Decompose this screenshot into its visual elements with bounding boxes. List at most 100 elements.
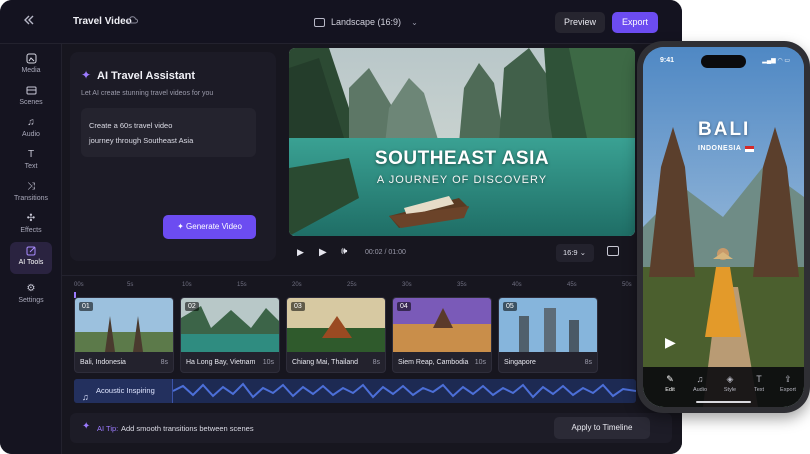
top-bar: Travel Video Landscape (16:9) ⌄ Preview …	[0, 0, 682, 44]
sidebar-item-label: Settings	[18, 297, 44, 304]
sparkle-icon: ✦	[177, 222, 187, 231]
phone-nav-label: Style	[723, 387, 737, 393]
next-frame-icon[interactable]: ▶	[319, 247, 327, 258]
gear-icon: ⚙	[26, 283, 36, 294]
clip-name: Bali, Indonesia	[80, 359, 126, 366]
home-indicator	[696, 401, 751, 403]
audio-track-name: Acoustic Inspiring	[96, 386, 155, 395]
ai-tip-bar: ✦ AI Tip: Add smooth transitions between…	[70, 413, 672, 443]
sidebar-item-media[interactable]: Media	[10, 50, 52, 80]
tip-prefix: AI Tip:	[97, 424, 119, 433]
clip-duration: 10s	[262, 359, 274, 366]
sidebar-item-effects[interactable]: ✣ Effects	[10, 210, 52, 240]
aspect-label: Landscape (16:9)	[331, 17, 402, 27]
clip-duration: 10s	[474, 359, 486, 366]
ruler-tick: 40s	[512, 282, 522, 288]
sidebar-item-transitions[interactable]: ⤨ Transitions	[10, 178, 52, 208]
pencil-icon: ✎	[666, 374, 674, 384]
ruler-tick: 10s	[182, 282, 192, 288]
sidebar-item-text[interactable]: T Text	[10, 146, 52, 176]
text-icon: T	[27, 149, 35, 160]
ruler-tick: 00s	[74, 282, 84, 288]
ruler-tick: 45s	[567, 282, 577, 288]
phone-nav-export[interactable]: ⇪ Export	[773, 374, 803, 393]
sidebar-item-scenes[interactable]: Scenes	[10, 82, 52, 112]
timeline-clip[interactable]: 03 Chiang Mai, Thailand 8s	[286, 297, 386, 373]
generate-video-button[interactable]: ✦ Generate Video	[163, 215, 256, 239]
project-title[interactable]: Travel Video	[73, 16, 132, 27]
play-icon[interactable]: ▶	[665, 334, 676, 351]
export-icon: ⇪	[784, 374, 792, 384]
landscape-icon	[314, 17, 325, 27]
sidebar-item-label: Media	[21, 67, 41, 74]
clip-duration: 8s	[160, 359, 168, 366]
audio-track[interactable]: ♫ Acoustic Inspiring	[74, 379, 636, 403]
timeline-ruler[interactable]: 00s 5s 10s 15s 20s 25s 30s 35s 40s 45s 5…	[74, 280, 654, 292]
chevron-down-icon: ⌄	[579, 248, 586, 257]
prompt-input[interactable]: Create a 60s travel video journey throug…	[81, 108, 256, 157]
media-icon	[25, 53, 37, 65]
timeline-clip[interactable]: 05 Singapore 8s	[498, 297, 598, 373]
status-time: 9:41	[660, 57, 675, 64]
volume-icon[interactable]: 🕪	[341, 246, 347, 257]
phone-nav-edit[interactable]: ✎ Edit	[655, 374, 685, 393]
effects-icon: ✣	[26, 213, 36, 224]
sidebar-item-settings[interactable]: ⚙ Settings	[10, 280, 52, 310]
generate-label: Generate Video	[186, 222, 242, 231]
phone-nav-audio[interactable]: ♫ Audio	[685, 374, 715, 393]
timeline-clip[interactable]: 04 Siem Reap, Cambodia 10s	[392, 297, 492, 373]
preview-subtitle-overlay: A JOURNEY OF DISCOVERY	[376, 174, 548, 186]
audio-track-label: ♫ Acoustic Inspiring	[74, 379, 173, 403]
timeline-clip[interactable]: 01 Bali, Indonesia 8s	[74, 297, 174, 373]
sidebar-item-label: Effects	[20, 227, 42, 234]
video-preview[interactable]: SOUTHEAST ASIA A JOURNEY OF DISCOVERY	[289, 48, 635, 236]
audio-waveform	[173, 382, 636, 399]
music-note-icon: ♫	[82, 392, 89, 402]
aspect-ratio-selector[interactable]: Landscape (16:9) ⌄	[314, 13, 418, 31]
ai-assistant-panel: ✦ AI Travel Assistant Let AI create stun…	[70, 52, 276, 261]
fullscreen-icon[interactable]	[607, 246, 619, 256]
sidebar-item-audio[interactable]: ♫ Audio	[10, 114, 52, 144]
phone-nav-text[interactable]: T Text	[744, 374, 774, 393]
dynamic-island	[701, 55, 746, 68]
preview-button[interactable]: Preview	[555, 12, 605, 33]
preview-scene-image	[289, 48, 635, 236]
sparkle-icon: ✦	[81, 68, 92, 82]
clip-number: 01	[79, 302, 93, 311]
ai-tools-icon	[25, 245, 37, 257]
sidebar-item-label: Audio	[22, 131, 40, 138]
phone-nav-label: Export	[780, 387, 796, 393]
music-note-icon: ♫	[27, 117, 35, 128]
assistant-subtitle: Let AI create stunning travel videos for…	[81, 90, 214, 97]
phone-nav-label: Edit	[665, 387, 675, 393]
ratio-selector[interactable]: 16:9 ⌄	[556, 244, 594, 262]
sidebar-item-label: AI Tools	[18, 259, 44, 266]
ruler-tick: 25s	[347, 282, 357, 288]
phone-mockup: 9:41 ▂▄▆ ◠ ▭ BALI INDONESIA ▶ ✎ Edit ♫ A…	[637, 41, 810, 413]
clip-name: Siem Reap, Cambodia	[398, 359, 469, 366]
phone-subtitle: INDONESIA	[698, 145, 742, 152]
player-controls: ▶ ▶ 🕪 00:02 / 01:00 16:9 ⌄	[289, 240, 635, 266]
clip-duration: 8s	[372, 359, 380, 366]
scenes-icon	[25, 85, 37, 97]
timeline-clip[interactable]: 02 Ha Long Bay, Vietnam 10s	[180, 297, 280, 373]
clip-number: 03	[291, 302, 305, 311]
transitions-icon: ⤨	[27, 181, 35, 192]
apply-to-timeline-button[interactable]: Apply to Timeline	[554, 417, 650, 439]
ratio-label: 16:9	[563, 248, 578, 257]
sidebar-item-ai-tools[interactable]: AI Tools	[10, 242, 52, 274]
phone-nav-style[interactable]: ◈ Style	[715, 374, 745, 393]
export-button[interactable]: Export	[612, 12, 658, 33]
cloud-icon	[127, 15, 139, 27]
ruler-tick: 35s	[457, 282, 467, 288]
clip-number: 05	[503, 302, 517, 311]
sidebar-item-label: Text	[24, 163, 38, 170]
collapse-chevrons-icon[interactable]	[22, 13, 42, 31]
clip-name: Singapore	[504, 359, 536, 366]
phone-screen: 9:41 ▂▄▆ ◠ ▭ BALI INDONESIA ▶ ✎ Edit ♫ A…	[643, 47, 804, 407]
play-icon[interactable]: ▶	[297, 247, 304, 258]
timeline: 00s 5s 10s 15s 20s 25s 30s 35s 40s 45s 5…	[62, 275, 682, 454]
sidebar: Media Scenes ♫ Audio T Text ⤨ Transition…	[0, 44, 62, 454]
phone-nav-label: Text	[753, 387, 765, 393]
clip-name: Ha Long Bay, Vietnam	[186, 359, 256, 366]
